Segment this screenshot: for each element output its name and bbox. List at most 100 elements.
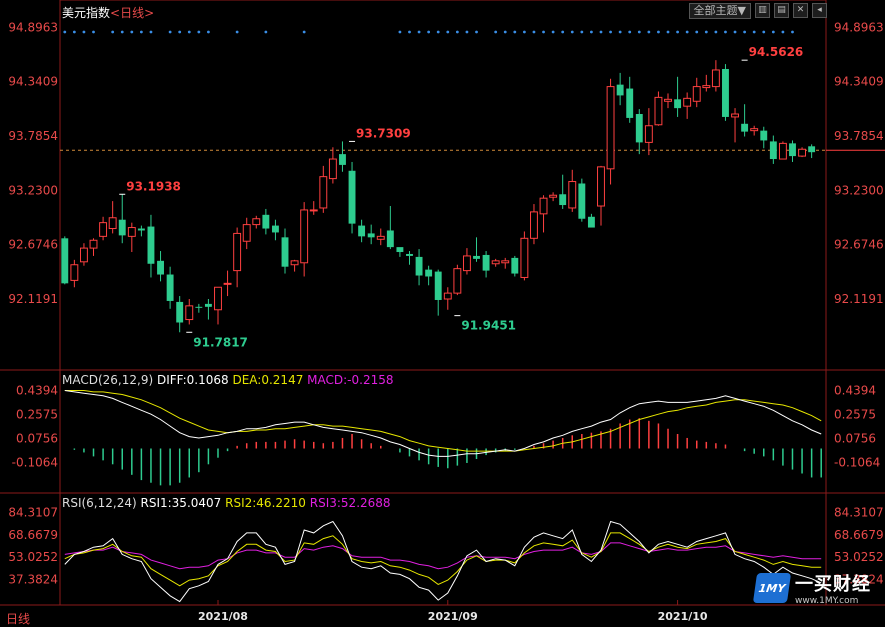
signal-dot — [551, 30, 555, 34]
close-icon[interactable]: ✕ — [793, 3, 808, 18]
options-icon[interactable]: ▤ — [774, 3, 789, 18]
signal-dot — [264, 30, 268, 34]
price-axis-tick-right: 94.3409 — [834, 75, 884, 89]
price-axis-tick-right: 93.7854 — [834, 129, 884, 143]
price-axis-tick-left: 92.1191 — [8, 292, 58, 306]
logo-name: 一买财经 — [795, 574, 871, 595]
price-axis-tick-right: 92.6746 — [834, 238, 884, 252]
rsi-axis-tick-right: 53.0252 — [834, 550, 884, 564]
scroll-icon[interactable]: ◂ — [812, 3, 827, 18]
candle-body-down — [339, 154, 346, 165]
candle-body-up — [462, 255, 471, 272]
candle-body-down — [559, 194, 567, 206]
signal-dot — [494, 30, 498, 34]
candle-body-up — [549, 194, 558, 198]
candle-body-down — [137, 228, 145, 231]
candle-body-up — [539, 197, 548, 215]
price-axis-tick-right: 93.2300 — [834, 183, 884, 197]
candle-body-down — [760, 130, 768, 141]
candle-body-up — [223, 282, 232, 285]
candle-body-up — [99, 222, 108, 237]
candle-body-up — [242, 224, 251, 242]
signal-dot — [743, 30, 747, 34]
candle-body-up — [309, 209, 318, 212]
rsi-axis-tick-left: 37.3824 — [8, 573, 58, 587]
instrument-name: 美元指数 — [62, 6, 111, 20]
rsi-axis-tick-left: 53.0252 — [8, 550, 58, 564]
candle-body-up — [520, 237, 529, 278]
candle-body-down — [386, 230, 394, 248]
signal-dot — [657, 30, 660, 34]
period-label: <日线> — [110, 6, 155, 20]
signal-dot — [704, 30, 708, 34]
signal-dot — [561, 30, 565, 34]
signal-dot — [628, 30, 632, 34]
rsi-axis-tick-left: 68.6679 — [8, 528, 58, 542]
candle-body-up — [79, 247, 88, 263]
signal-dot — [676, 30, 679, 34]
signal-dot — [714, 30, 718, 34]
candle-body-up — [798, 148, 807, 157]
signal-dot — [427, 30, 431, 34]
signal-dot — [647, 30, 651, 34]
macd-diff-label: DIFF:0.1068 — [156, 373, 229, 387]
rsi-axis-tick-left: 84.3107 — [8, 505, 58, 519]
signal-dot — [513, 30, 517, 34]
toolbar: 全部主题▼ ▥ ▤ ✕ ◂ — [688, 2, 827, 19]
candle-body-down — [722, 68, 729, 117]
macd-axis-tick-left: 0.2575 — [16, 408, 58, 422]
signal-dot — [168, 30, 172, 34]
low-annotation: 91.7817 — [193, 335, 248, 349]
candle-body-down — [281, 237, 289, 267]
signal-dot — [235, 30, 239, 34]
rsi3-line — [64, 542, 822, 570]
signal-dot — [580, 30, 584, 34]
candle-body-down — [511, 257, 519, 274]
candle-body-up — [644, 125, 653, 143]
layout-icon[interactable]: ▥ — [755, 3, 770, 18]
signal-dot — [436, 30, 440, 34]
candle-body-up — [89, 239, 98, 249]
price-axis-tick-left: 93.7854 — [8, 129, 58, 143]
signal-dot — [599, 30, 603, 34]
candle-body-down — [367, 233, 375, 238]
period-tab[interactable]: 日线 — [6, 610, 30, 627]
macd-axis-tick-right: 0.2575 — [834, 408, 876, 422]
signal-dot — [455, 30, 459, 34]
signal-dot — [762, 30, 766, 34]
signal-dot — [733, 30, 737, 34]
signal-dot — [752, 30, 756, 34]
candle-body-down — [425, 269, 433, 277]
candle-body-up — [491, 260, 500, 265]
signal-dot — [695, 30, 699, 34]
signal-dot — [609, 30, 612, 34]
candle-body-up — [501, 260, 510, 264]
candle-body-up — [233, 232, 242, 272]
rsi2-label: RSI2:46.2210 — [225, 496, 306, 510]
macd-legend: MACD(26,12,9) DIFF:0.1068 DEA:0.2147 MAC… — [62, 373, 394, 387]
signal-dot — [302, 30, 306, 34]
candle-body-down — [808, 146, 816, 153]
candle-body-down — [262, 214, 270, 229]
candle-body-up — [530, 211, 538, 239]
rsi-legend: RSI(6,12,24) RSI1:35.0407 RSI2:46.2210 R… — [62, 496, 391, 510]
macd-axis-tick-right: 0.4394 — [834, 384, 876, 398]
low-annotation: 91.9451 — [461, 319, 516, 333]
signal-dot — [570, 30, 574, 34]
logo-url: www.1MY.com — [795, 596, 859, 606]
signal-dot — [532, 30, 536, 34]
logo-mark-icon: 1MY — [752, 573, 792, 603]
candle-body-down — [195, 306, 203, 308]
candle-body-down — [271, 225, 279, 233]
signal-dot — [197, 30, 201, 34]
rsi-axis-tick-right: 84.3107 — [834, 505, 884, 519]
macd-axis-tick-left: 0.0756 — [16, 432, 58, 446]
candle-body-up — [214, 286, 222, 311]
signal-dot — [465, 30, 469, 34]
candle-body-down — [61, 238, 69, 284]
signal-dot — [149, 30, 153, 34]
signal-dot — [475, 30, 478, 34]
x-axis-tick: 2021/09 — [428, 610, 478, 623]
theme-dropdown[interactable]: 全部主题▼ — [688, 2, 751, 19]
chart-title: 美元指数<日线> — [62, 4, 154, 21]
